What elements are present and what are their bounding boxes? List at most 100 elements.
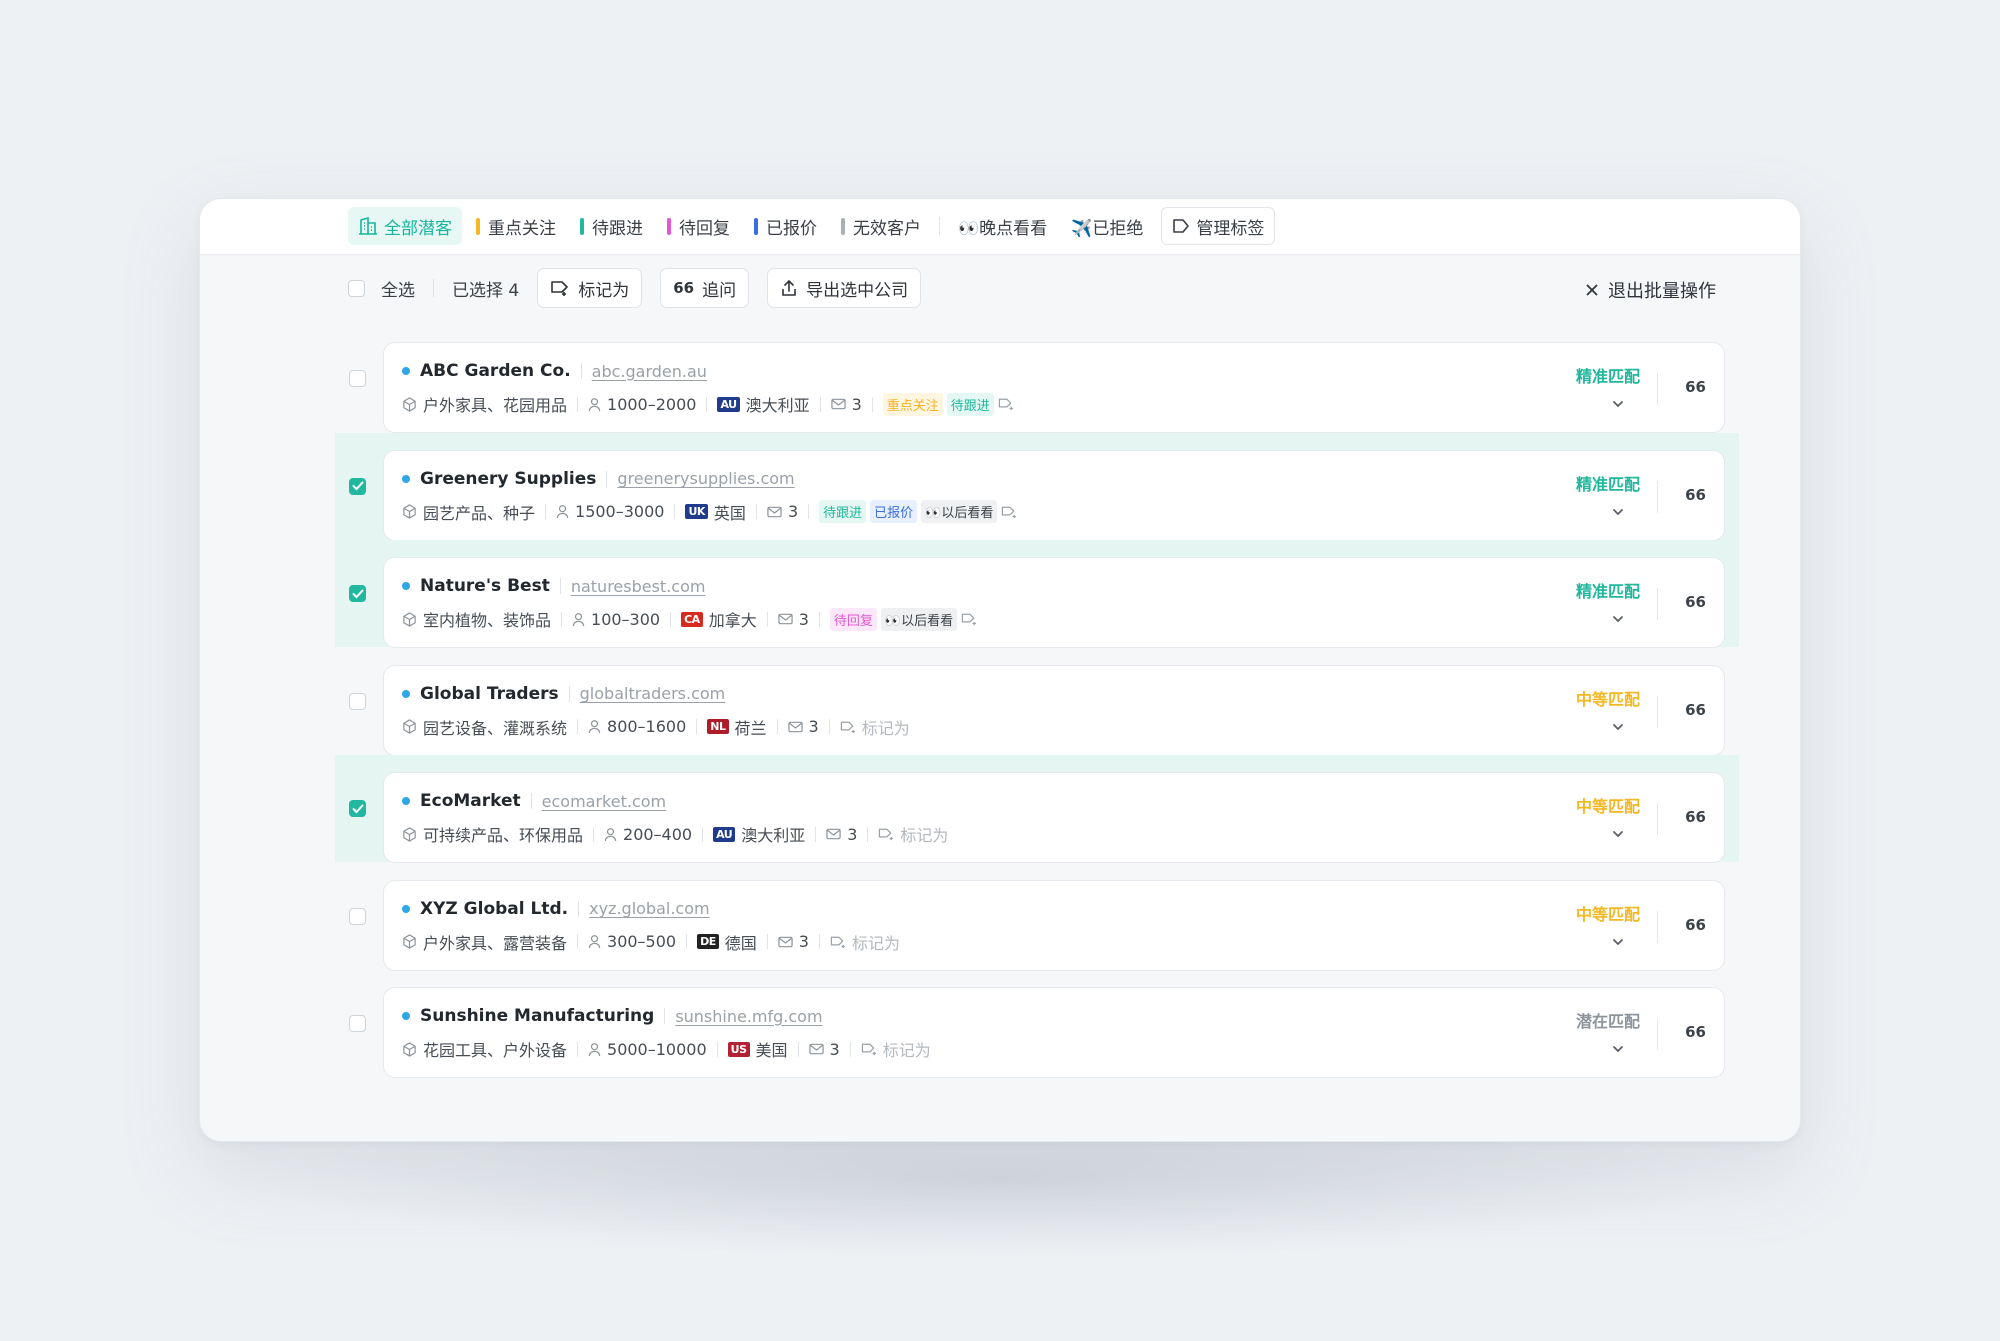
mark-as-link[interactable]: 标记为 — [830, 930, 900, 954]
mail-icon — [778, 613, 793, 625]
mark-as-link[interactable]: 标记为 — [861, 1037, 931, 1061]
country-flag-icon: US — [727, 1041, 750, 1057]
company-domain-link[interactable]: naturesbest.com — [571, 577, 706, 596]
follow-up-quote-button[interactable]: 66 — [1685, 808, 1706, 826]
mark-as-link[interactable]: 标记为 — [878, 822, 948, 846]
company-card[interactable]: ABC Garden Co. abc.garden.au 户外家具、花园用品 1000… — [383, 342, 1725, 433]
row-checkbox[interactable] — [349, 1015, 366, 1032]
company-name[interactable]: Greenery Supplies — [420, 469, 596, 489]
divider — [577, 1041, 579, 1057]
manage-tags-tab[interactable]: 管理标签 — [1161, 207, 1276, 245]
tag-tab[interactable]: ✈️已拒绝 — [1061, 207, 1153, 245]
divider — [580, 363, 582, 379]
company-name[interactable]: EcoMarket — [420, 791, 521, 811]
company-name[interactable]: Sunshine Manufacturing — [420, 1006, 654, 1026]
row-checkbox[interactable] — [349, 907, 366, 925]
tag-tab[interactable]: 已报价 — [744, 207, 827, 245]
mark-as-link[interactable]: 标记为 — [840, 715, 910, 739]
company-meta: 园艺产品、种子 1500–3000 UK 英国 3 待跟进 已报价 👀以后看看 — [402, 500, 1018, 524]
company-header: EcoMarket ecomarket.com — [402, 791, 666, 811]
company-card[interactable]: Greenery Supplies greenerysupplies.com 园艺产… — [383, 449, 1725, 541]
company-domain-link[interactable]: greenerysupplies.com — [617, 469, 794, 488]
company-card[interactable]: XYZ Global Ltd. xyz.global.com 户外家具、露营装备 30… — [383, 879, 1725, 971]
tag-tab[interactable]: 待回复 — [657, 207, 740, 245]
row-checkbox[interactable] — [349, 692, 366, 710]
company-domain-link[interactable]: abc.garden.au — [592, 362, 707, 381]
mark-as-label: 标记为 — [882, 1041, 931, 1060]
employee-range: 200–400 — [623, 824, 693, 844]
mail-icon — [826, 828, 841, 840]
company-card[interactable]: Global Traders globaltraders.com 园艺设备、灌溉系统… — [383, 664, 1725, 756]
row-checkbox[interactable] — [349, 477, 366, 495]
mark-as-link[interactable] — [998, 397, 1015, 411]
tag-tab-label: 重点关注 — [488, 218, 556, 239]
toolbar-divider — [433, 279, 434, 297]
select-all-label[interactable]: 全选 — [381, 276, 415, 301]
company-card[interactable]: EcoMarket ecomarket.com 可持续产品、环保用品 200–400 A… — [383, 772, 1725, 863]
mail-count: 3 — [798, 609, 809, 629]
tag-color-bar — [841, 217, 845, 235]
chevron-down-icon[interactable] — [1612, 501, 1624, 520]
select-all-checkbox[interactable] — [348, 279, 365, 297]
divider — [696, 719, 698, 734]
mail-count: 3 — [847, 824, 858, 844]
tag-plus-icon — [861, 1042, 878, 1056]
country-name: 德国 — [724, 933, 757, 953]
mail-count: 3 — [798, 932, 809, 951]
mark-as-button[interactable]: 标记为 — [537, 268, 643, 308]
chevron-down-icon[interactable] — [1612, 608, 1624, 627]
follow-up-button[interactable]: 66 追问 — [660, 268, 750, 308]
person-icon — [588, 934, 601, 949]
follow-up-quote-button[interactable]: 66 — [1685, 378, 1706, 396]
company-name[interactable]: XYZ Global Ltd. — [420, 899, 568, 919]
tag-tab[interactable]: 重点关注 — [466, 207, 566, 245]
follow-up-quote-button[interactable]: 66 — [1685, 593, 1706, 611]
divider — [593, 826, 595, 842]
company-name[interactable]: ABC Garden Co. — [420, 361, 571, 381]
mail-count: 3 — [829, 1039, 840, 1059]
follow-up-quote-button[interactable]: 66 — [1685, 701, 1706, 719]
company-name[interactable]: Nature's Best — [420, 576, 550, 596]
tag-tab[interactable]: 全部潜客 — [348, 207, 462, 245]
chevron-down-icon[interactable] — [1612, 931, 1624, 950]
mark-as-link[interactable] — [961, 612, 978, 626]
match-level: 中等匹配 — [1575, 689, 1640, 709]
tag-tab-label: 待回复 — [679, 218, 730, 239]
divider — [776, 719, 778, 734]
country-name: 加拿大 — [708, 611, 757, 630]
follow-up-quote-button[interactable]: 66 — [1685, 1023, 1706, 1041]
status-dot — [402, 474, 410, 483]
company-domain-link[interactable]: ecomarket.com — [542, 792, 666, 811]
divider — [706, 396, 708, 412]
row-checkbox[interactable] — [349, 370, 366, 387]
row-checkbox[interactable] — [349, 585, 366, 602]
chevron-down-icon[interactable] — [1612, 823, 1624, 842]
tag-tab[interactable]: 待跟进 — [570, 207, 653, 245]
tab-divider — [939, 217, 940, 235]
company-row: ABC Garden Co. abc.garden.au 户外家具、花园用品 1000… — [335, 325, 1739, 433]
batch-toolbar: 全选 已选择 4 标记为 66 追问 导出选中公司 退出批量操作 — [200, 255, 1800, 325]
tag-tab[interactable]: 👀晚点看看 — [948, 207, 1057, 245]
company-card[interactable]: Nature's Best naturesbest.com 室内植物、装饰品 100–… — [383, 557, 1725, 648]
mark-as-link[interactable] — [1001, 505, 1018, 519]
tag-tabs: 全部潜客 重点关注 待跟进 待回复 已报价 无效客户 👀晚点看看 ✈️已拒绝 管理标签 — [348, 207, 1276, 245]
chevron-down-icon[interactable] — [1612, 393, 1624, 412]
divider — [568, 685, 570, 702]
chevron-down-icon[interactable] — [1612, 716, 1624, 735]
company-card[interactable]: Sunshine Manufacturing sunshine.mfg.com 花园… — [383, 987, 1725, 1078]
row-checkbox[interactable] — [349, 800, 366, 817]
company-domain-link[interactable]: globaltraders.com — [580, 684, 726, 703]
company-domain-link[interactable]: xyz.global.com — [589, 899, 709, 918]
company-name[interactable]: Global Traders — [420, 684, 559, 704]
export-button[interactable]: 导出选中公司 — [767, 268, 922, 308]
follow-up-quote-button[interactable]: 66 — [1685, 486, 1706, 504]
match-level: 潜在匹配 — [1575, 1012, 1640, 1031]
follow-up-quote-button[interactable]: 66 — [1685, 916, 1706, 934]
company-domain-link[interactable]: sunshine.mfg.com — [675, 1007, 822, 1026]
mail-icon — [767, 506, 782, 518]
tag-tab[interactable]: 无效客户 — [831, 207, 931, 245]
chevron-down-icon[interactable] — [1612, 1038, 1624, 1057]
exit-batch-button[interactable]: 退出批量操作 — [1586, 277, 1716, 303]
match-level: 精准匹配 — [1575, 582, 1640, 601]
tag-tab-label: ✈️已拒绝 — [1071, 218, 1144, 239]
